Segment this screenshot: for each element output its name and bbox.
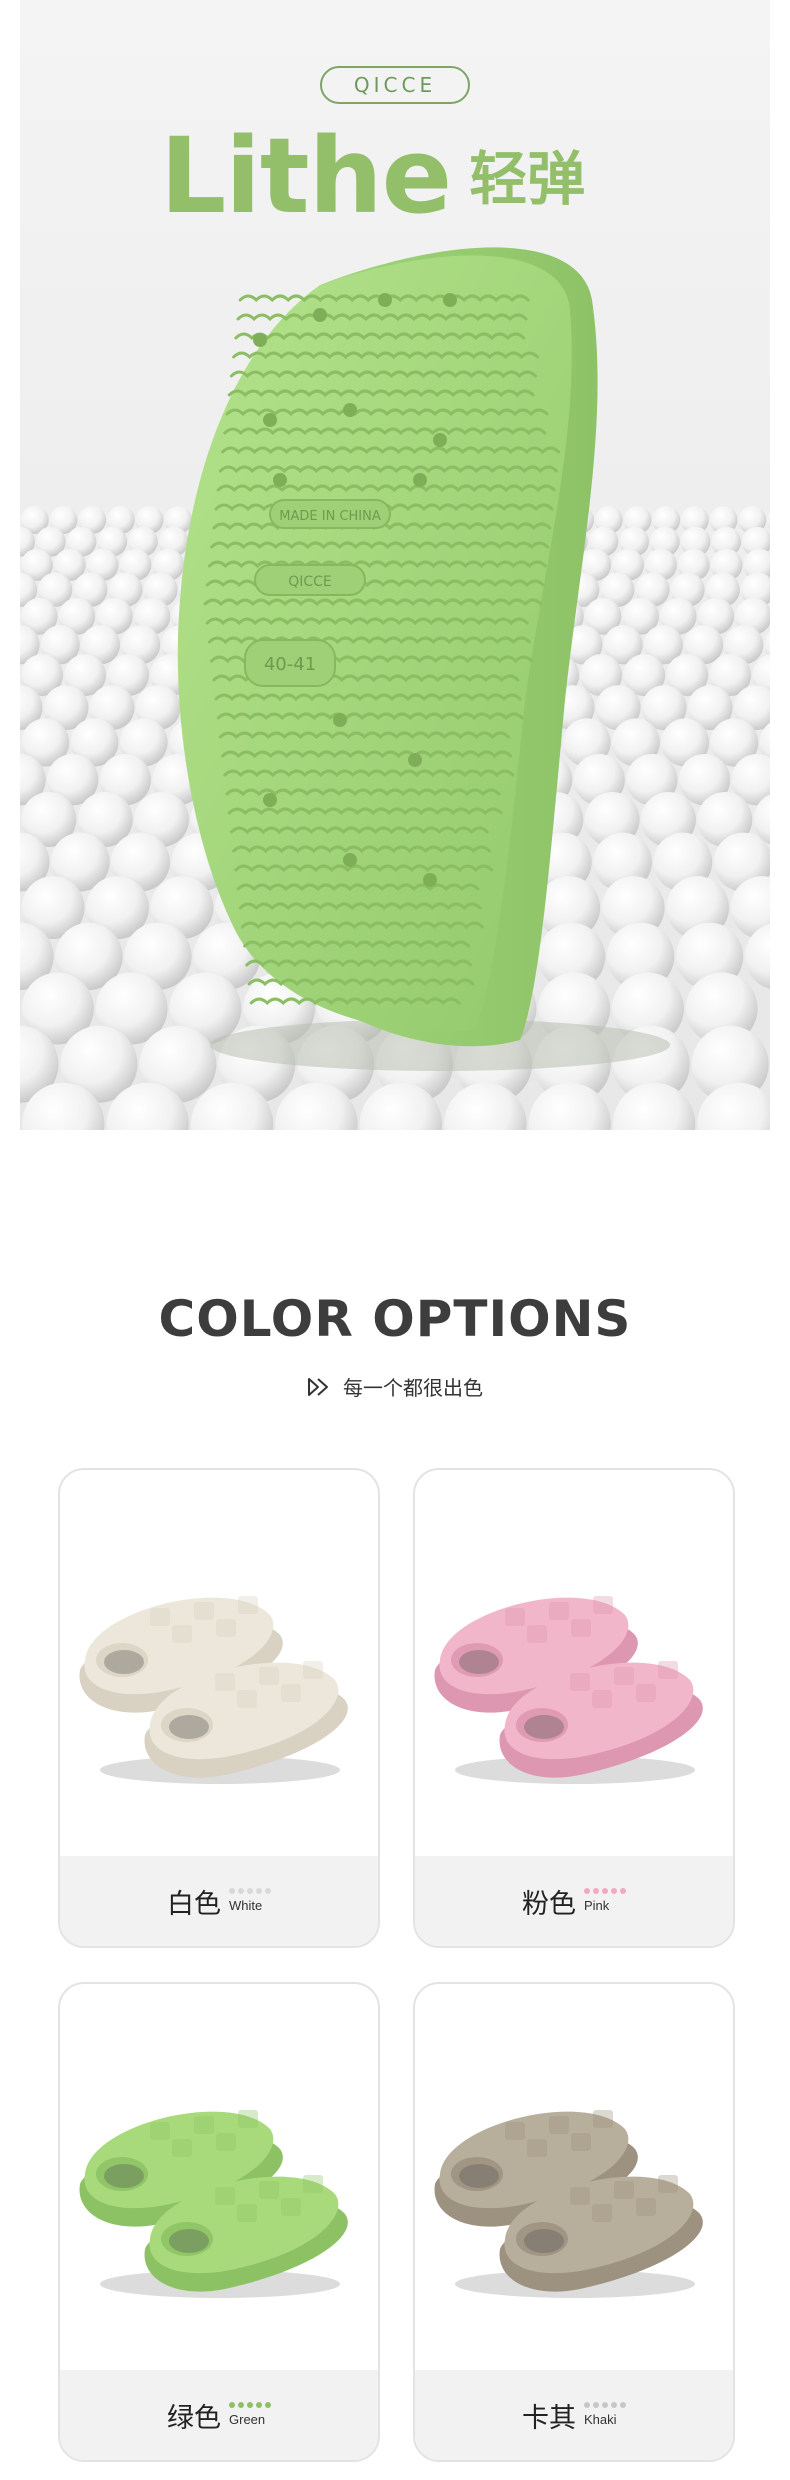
color-card-green[interactable]: 绿色 Green [58, 1982, 380, 2462]
color-dot [247, 1888, 253, 1894]
color-dot [593, 2402, 599, 2408]
color-dot [611, 1888, 617, 1894]
color-dots [584, 1888, 626, 1896]
sole-label-brand: QICCE [254, 564, 366, 596]
play-forward-icon [308, 1377, 328, 1396]
color-card-label: 粉色 Pink [415, 1856, 733, 1946]
color-dot [620, 2402, 626, 2408]
color-dot [265, 2402, 271, 2408]
color-dot [256, 2402, 262, 2408]
color-options-title: COLOR OPTIONS [158, 1290, 632, 1348]
hero-title: Lithe 轻弹 [160, 118, 680, 228]
color-dot [611, 2402, 617, 2408]
slipper-image [434, 2110, 703, 2298]
color-dot [247, 2402, 253, 2408]
color-options-subtitle: 每一个都很出色 [0, 1372, 790, 1401]
color-card-white[interactable]: 白色 White [58, 1468, 380, 1948]
brand-logo: QICCE [320, 66, 470, 104]
color-dot [602, 2402, 608, 2408]
color-dot [584, 1888, 590, 1894]
slipper-image [434, 1596, 703, 1784]
color-dot [593, 1888, 599, 1894]
subtitle-text: 每一个都很出色 [343, 1376, 483, 1400]
color-name-en: White [229, 1898, 263, 1913]
color-dots [584, 2402, 626, 2410]
color-dot [238, 2402, 244, 2408]
color-name-cn: 白色 [167, 1888, 221, 1920]
color-card-label: 卡其 Khaki [415, 2370, 733, 2460]
hero-title-cn: 轻弹 [469, 145, 586, 213]
svg-text:40-41: 40-41 [264, 654, 316, 675]
color-card-khaki[interactable]: 卡其 Khaki [413, 1982, 735, 2462]
hero-title-en: Lithe [160, 115, 452, 237]
hero-banner: MADE IN CHINA QICCE 40-41 QICCE Lithe 轻弹 [20, 0, 770, 1130]
color-dot [602, 1888, 608, 1894]
color-card-pink[interactable]: 粉色 Pink [413, 1468, 735, 1948]
color-dots [229, 2402, 271, 2410]
color-card-label: 绿色 Green [60, 2370, 378, 2460]
color-dot [229, 1888, 235, 1894]
color-name-en: Khaki [584, 2412, 617, 2427]
color-name-en: Pink [584, 1898, 610, 1913]
color-dot [238, 1888, 244, 1894]
color-dot [620, 1888, 626, 1894]
svg-text:MADE IN CHINA: MADE IN CHINA [279, 509, 381, 524]
color-dot [584, 2402, 590, 2408]
slipper-image [79, 1596, 348, 1784]
color-name-en: Green [229, 2412, 266, 2427]
color-dot [265, 1888, 271, 1894]
color-name-cn: 卡其 [522, 2402, 576, 2434]
sole-label-size: 40-41 [244, 639, 336, 687]
color-dot [229, 2402, 235, 2408]
color-dots [229, 1888, 271, 1896]
slipper-image [79, 2110, 348, 2298]
color-dot [256, 1888, 262, 1894]
color-name-cn: 绿色 [167, 2402, 221, 2434]
sole-label-made-in: MADE IN CHINA [269, 499, 391, 529]
color-card-label: 白色 White [60, 1856, 378, 1946]
color-name-cn: 粉色 [522, 1888, 576, 1920]
svg-text:QICCE: QICCE [288, 574, 332, 590]
